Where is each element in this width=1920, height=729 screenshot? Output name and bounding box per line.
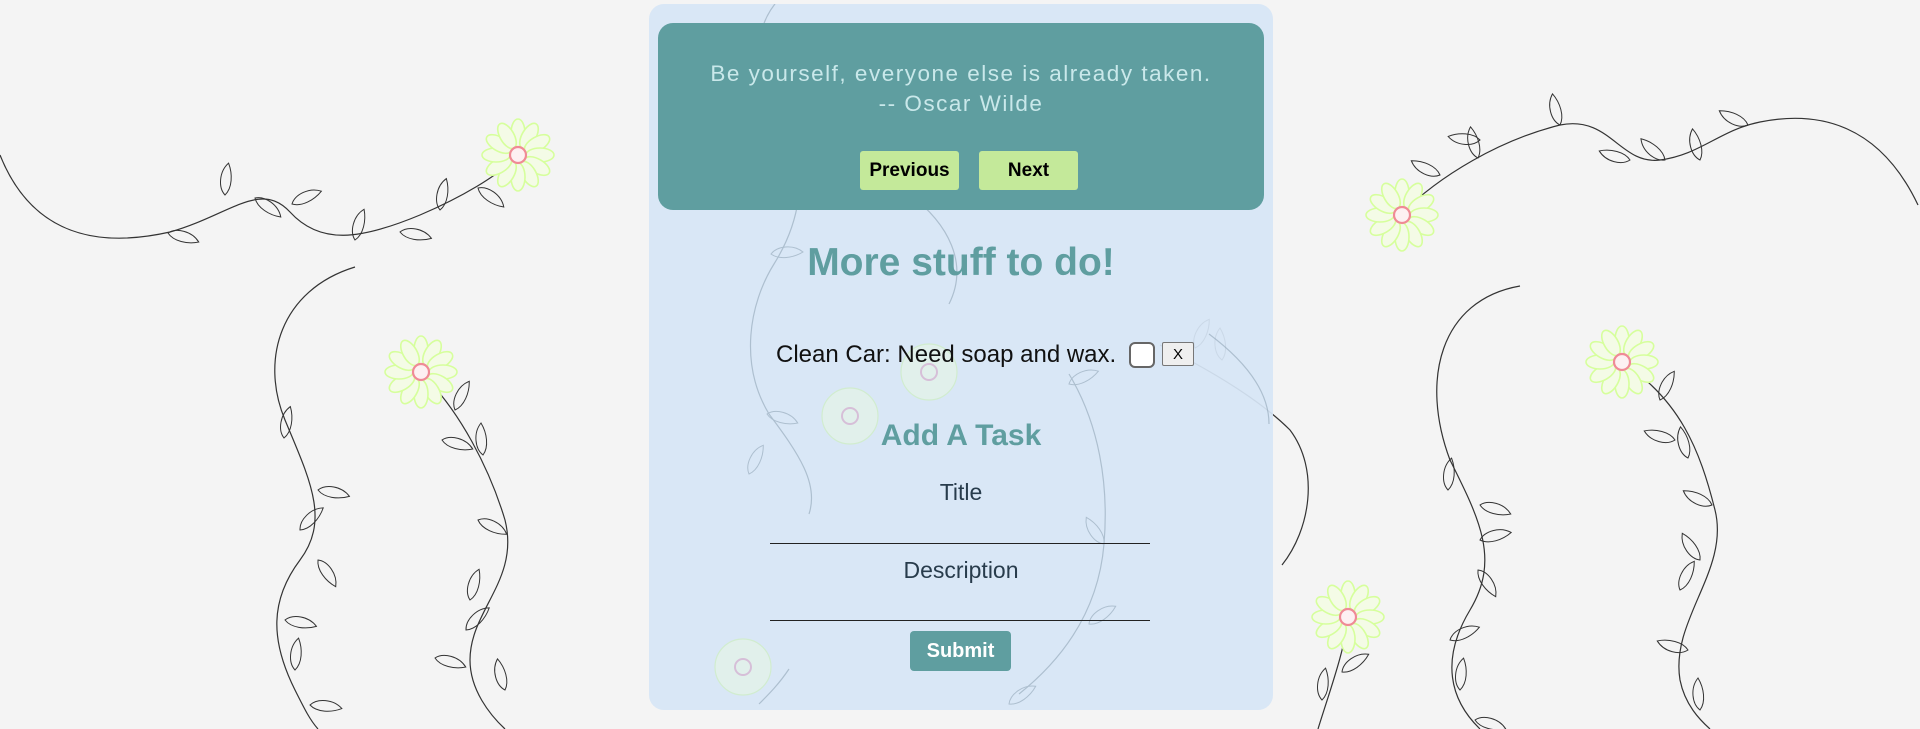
task-done-checkbox[interactable]	[1129, 342, 1155, 368]
task-item: Clean Car: Need soap and wax. X	[649, 338, 1273, 368]
description-label: Description	[903, 557, 1019, 583]
description-input[interactable]	[770, 590, 1150, 621]
page-title: More stuff to do!	[807, 241, 1115, 284]
submit-button[interactable]: Submit	[910, 631, 1011, 671]
title-label: Title	[939, 479, 983, 505]
todo-panel: Be yourself, everyone else is already ta…	[649, 4, 1273, 710]
add-task-heading: Add A Task	[880, 419, 1042, 452]
task-delete-button[interactable]: X	[1162, 342, 1194, 366]
task-text: Clean Car: Need soap and wax.	[776, 341, 1117, 368]
todo-content: More stuff to do! Clean Car: Need soap a…	[649, 4, 1273, 710]
title-input[interactable]	[770, 513, 1150, 544]
